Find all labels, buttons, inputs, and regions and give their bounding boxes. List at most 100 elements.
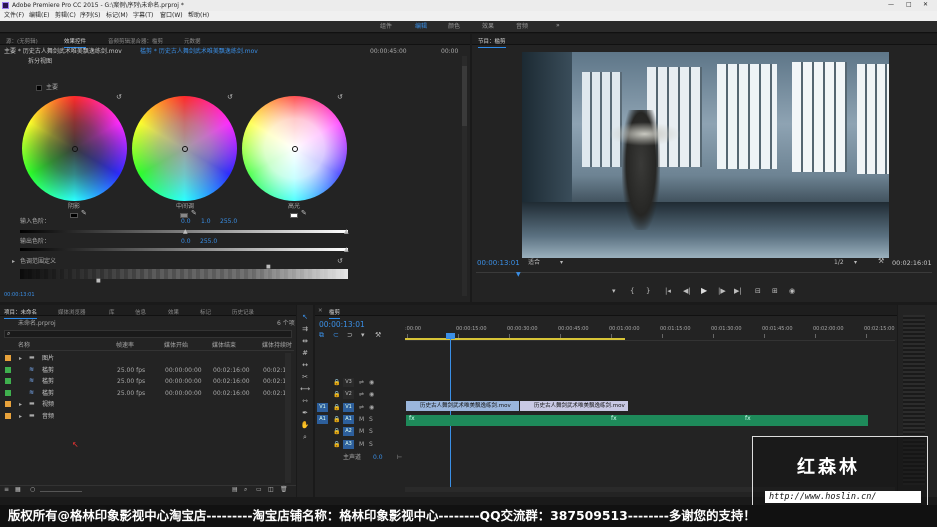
program-time-ruler[interactable]: ▼ xyxy=(476,272,932,278)
tonal-range-handle-a[interactable]: ■ xyxy=(96,279,101,284)
track-lock-icon[interactable]: 🔒 xyxy=(333,380,340,386)
tab-program[interactable]: 节目：槛剪 xyxy=(478,37,506,48)
menu-file[interactable]: 文件(F) xyxy=(4,13,24,19)
timeline-timecode[interactable]: 00:00:13:01 xyxy=(319,321,365,329)
video-clip-1[interactable]: 历史古人舞剑武术唯美飘逸练剑.mov xyxy=(406,401,519,411)
go-to-out-icon[interactable]: ▶| xyxy=(734,288,742,295)
tab-markers[interactable]: 标记 xyxy=(200,308,211,316)
mute-icon[interactable]: M xyxy=(359,416,364,423)
add-marker-timeline-icon[interactable]: ▾ xyxy=(361,332,365,339)
project-list-item[interactable]: ▸ ▬ 视频 xyxy=(5,399,290,410)
master-go-icon[interactable]: ⊢ xyxy=(397,455,402,461)
wrench-icon[interactable]: ⚒ xyxy=(878,258,884,265)
project-scrollbar[interactable] xyxy=(285,353,291,483)
tab-project[interactable]: 项目：未命名 xyxy=(4,308,38,319)
tab-info[interactable]: 信息 xyxy=(135,308,146,316)
label-color-swatch[interactable] xyxy=(5,389,11,396)
midtones-eyedropper-icon[interactable]: ✎ xyxy=(191,210,197,217)
project-list-item[interactable]: ≋ 槛剪 25.00 fps 00:00:00:00 00:02:16:00 00:02:… xyxy=(5,365,290,376)
icon-view-icon[interactable]: ▦ xyxy=(15,487,21,493)
project-list-item[interactable]: ≋ 槛剪 25.00 fps 00:00:00:00 00:02:16:00 00:02:… xyxy=(5,388,290,399)
track-lock-icon[interactable]: 🔒 xyxy=(333,441,340,448)
mute-icon[interactable]: M xyxy=(359,441,364,448)
reset-shadows-icon[interactable]: ↺ xyxy=(116,94,122,101)
master-clip-label[interactable]: 主要 * 历史古人舞剑武术唯美飘逸练剑.mov xyxy=(4,49,122,55)
linked-selection-icon[interactable]: ⊃ xyxy=(347,332,353,339)
project-list-item[interactable]: ▸ ▬ 图片 xyxy=(5,353,290,364)
minimize-button[interactable]: — xyxy=(888,2,894,8)
column-media-duration[interactable]: 媒体持续时 xyxy=(262,343,292,349)
selection-tool-icon[interactable]: ↖ xyxy=(300,313,310,323)
column-fps[interactable]: 帧速率 xyxy=(116,343,134,349)
mark-in-icon[interactable]: { xyxy=(630,288,634,295)
effect-controls-timecode[interactable]: 00:00:13:01 xyxy=(4,293,35,298)
play-button[interactable]: ▶ xyxy=(701,287,707,295)
slip-tool-icon[interactable]: ⟷ xyxy=(300,385,310,395)
step-forward-icon[interactable]: |▶ xyxy=(718,288,726,295)
work-area-bar[interactable] xyxy=(405,338,625,340)
tab-effects[interactable]: 效果 xyxy=(168,308,179,316)
midtones-wheel-handle[interactable] xyxy=(181,145,188,152)
label-color-swatch[interactable] xyxy=(5,412,11,419)
mute-icon[interactable]: M xyxy=(359,429,364,435)
playhead-marker[interactable] xyxy=(446,333,455,339)
slide-tool-icon[interactable]: ⇿ xyxy=(300,397,310,407)
add-marker-icon[interactable]: ▾ xyxy=(612,288,616,295)
lift-icon[interactable]: ⊟ xyxy=(755,288,761,295)
expand-arrow-icon[interactable]: ▸ xyxy=(19,413,22,420)
reset-highlights-icon[interactable]: ↺ xyxy=(337,94,343,101)
label-color-swatch[interactable] xyxy=(5,378,11,384)
menu-clip[interactable]: 剪辑(C) xyxy=(55,13,76,19)
track-lock-icon[interactable]: 🔒 xyxy=(333,404,340,411)
output-level-black[interactable]: 0.0 xyxy=(181,239,191,245)
shadows-swatch[interactable] xyxy=(70,213,78,218)
export-frame-icon[interactable]: ◉ xyxy=(789,288,795,295)
sync-lock-icon[interactable]: ⇌ xyxy=(359,392,364,398)
razor-tool-icon[interactable]: ✂ xyxy=(300,373,310,383)
timeline-settings-icon[interactable]: ⚒ xyxy=(375,332,381,339)
workspace-editing[interactable]: 编辑 xyxy=(415,24,427,30)
workspace-more-button[interactable]: » xyxy=(556,23,560,29)
workspace-assembly[interactable]: 组件 xyxy=(380,24,392,30)
tonal-range-expander[interactable]: ▸ xyxy=(12,259,15,265)
column-media-start[interactable]: 媒体开始 xyxy=(164,343,188,349)
tab-sequence[interactable]: 槛剪 xyxy=(329,308,341,319)
fit-dropdown[interactable]: 适合 ▾ xyxy=(528,259,568,268)
input-level-white[interactable]: 255.0 xyxy=(220,219,237,225)
tab-source[interactable]: 源：(无剪辑) xyxy=(6,37,38,45)
output-levels-slider[interactable] xyxy=(20,248,348,251)
zoom-slider-icon[interactable]: ○ xyxy=(30,487,35,493)
zoom-tool-icon[interactable]: ⌕ xyxy=(300,433,310,443)
solo-icon[interactable]: S xyxy=(369,441,373,448)
track-lock-icon[interactable]: 🔒 xyxy=(333,429,340,435)
output-levels-handle-right[interactable]: ▲ xyxy=(344,247,349,253)
track-select-tool-icon[interactable]: ⇉ xyxy=(300,325,310,335)
source-patch-a1[interactable]: A1 xyxy=(317,414,328,424)
highlights-eyedropper-icon[interactable]: ✎ xyxy=(301,210,307,217)
master-track-value[interactable]: 0.0 xyxy=(373,455,383,461)
expand-arrow-icon[interactable]: ▸ xyxy=(19,356,22,362)
sequence-clip-label[interactable]: 槛剪 * 历史古人舞剑武术唯美飘逸练剑.mov xyxy=(140,49,258,55)
program-playhead[interactable]: ▼ xyxy=(516,272,521,278)
shadows-color-wheel[interactable] xyxy=(22,96,127,201)
label-color-swatch[interactable] xyxy=(5,401,11,407)
toggle-output-icon[interactable]: ◉ xyxy=(369,404,374,411)
rate-stretch-tool-icon[interactable]: ↔ xyxy=(300,361,310,371)
maximize-button[interactable]: □ xyxy=(906,2,912,8)
workspace-audio[interactable]: 音频 xyxy=(516,24,528,30)
step-back-icon[interactable]: ◀| xyxy=(683,288,691,295)
source-patch-v1[interactable]: V1 xyxy=(317,402,328,412)
highlights-wheel-handle[interactable] xyxy=(291,145,298,152)
workspace-effects[interactable]: 效果 xyxy=(482,24,494,30)
track-target-toggle[interactable]: A3 xyxy=(343,439,354,449)
track-lock-icon[interactable]: 🔒 xyxy=(333,416,340,423)
track-lock-icon[interactable]: 🔒 xyxy=(333,392,340,398)
video-clip-2[interactable]: 历史古人舞剑武术唯美飘逸练剑.mov xyxy=(520,401,628,411)
tab-effect-controls[interactable]: 效果控件 xyxy=(64,37,87,48)
toggle-output-icon[interactable]: ◉ xyxy=(369,380,374,386)
input-levels-handle-mid[interactable]: ▲ xyxy=(183,229,188,235)
close-button[interactable]: ✕ xyxy=(923,2,928,8)
track-target-toggle[interactable]: A1 xyxy=(343,414,354,424)
menu-sequence[interactable]: 序列(S) xyxy=(80,13,101,19)
find-icon[interactable]: ⌕ xyxy=(244,487,247,493)
